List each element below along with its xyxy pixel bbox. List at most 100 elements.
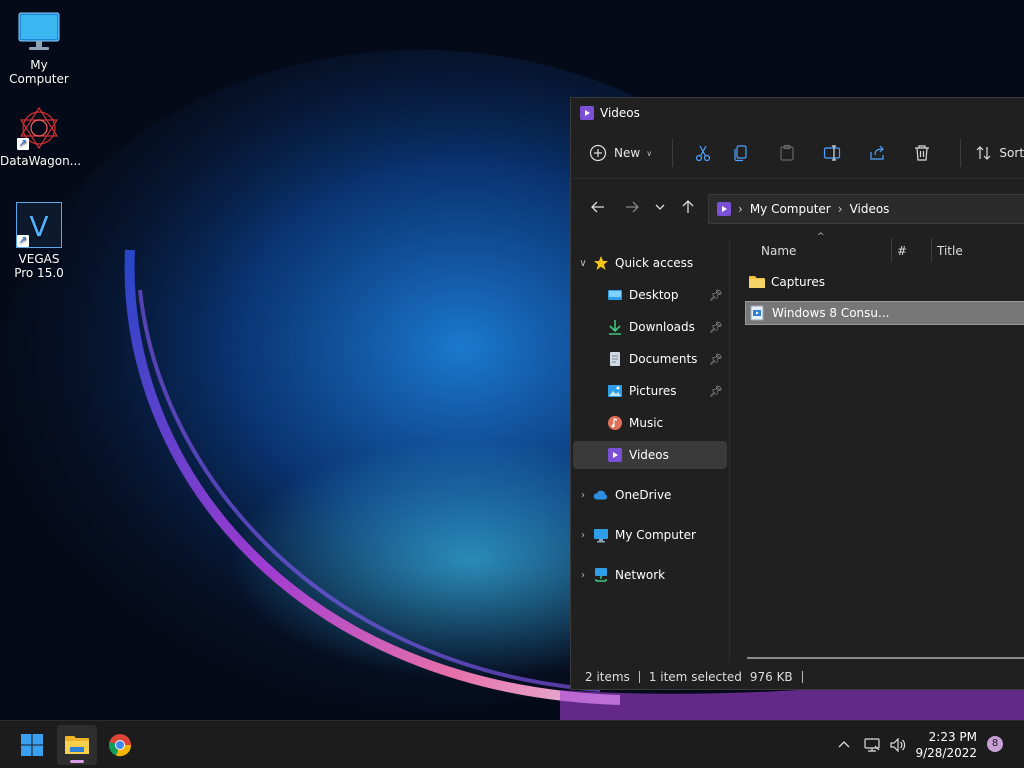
pin-icon[interactable]: 📌︎ bbox=[709, 353, 723, 366]
chevron-right-icon[interactable]: › bbox=[573, 490, 593, 501]
arrow-right-icon bbox=[626, 201, 639, 213]
video-file-icon bbox=[750, 305, 766, 321]
nav-label: Pictures bbox=[629, 384, 677, 398]
file-explorer-window[interactable]: Videos New ∨ Sort › My Computer › Videos… bbox=[570, 97, 1024, 690]
taskbar-file-explorer[interactable] bbox=[57, 725, 97, 765]
pin-icon[interactable]: 📌︎ bbox=[709, 289, 723, 302]
file-row-captures[interactable]: Captures bbox=[745, 270, 1024, 294]
status-divider bbox=[801, 671, 803, 683]
videos-folder-icon bbox=[580, 106, 594, 120]
nav-label: Quick access bbox=[615, 256, 694, 270]
scissors-icon bbox=[695, 145, 711, 162]
pane-divider[interactable] bbox=[729, 238, 730, 663]
nav-item-videos[interactable]: Videos bbox=[573, 441, 727, 469]
nav-label: Downloads bbox=[629, 320, 695, 334]
folder-icon bbox=[65, 736, 89, 754]
nav-my-computer[interactable]: › My Computer bbox=[573, 521, 727, 549]
network-status-icon[interactable] bbox=[862, 735, 882, 755]
copy-button[interactable] bbox=[719, 137, 764, 169]
column-divider[interactable] bbox=[891, 238, 892, 262]
nav-item-downloads[interactable]: Downloads 📌︎ bbox=[573, 313, 727, 341]
horizontal-scrollbar[interactable] bbox=[747, 657, 1024, 659]
column-header-title[interactable]: Title bbox=[937, 244, 963, 258]
sort-button[interactable]: Sort bbox=[975, 137, 1024, 169]
column-divider[interactable] bbox=[931, 238, 932, 262]
command-bar: New ∨ Sort bbox=[571, 128, 1024, 179]
back-button[interactable] bbox=[583, 192, 613, 222]
sort-arrows-icon bbox=[976, 146, 991, 160]
active-app-indicator bbox=[70, 760, 84, 763]
chevron-right-icon[interactable]: › bbox=[573, 570, 593, 581]
taskbar-clock[interactable]: 2:23 PM 9/28/2022 bbox=[915, 729, 977, 761]
nav-item-documents[interactable]: Documents 📌︎ bbox=[573, 345, 727, 373]
file-name: Captures bbox=[771, 275, 825, 289]
monitor-icon bbox=[593, 527, 609, 543]
rename-button[interactable] bbox=[809, 137, 854, 169]
notification-badge[interactable]: 8 bbox=[987, 736, 1003, 752]
share-icon bbox=[870, 145, 884, 160]
volume-icon[interactable] bbox=[888, 735, 908, 755]
chevron-down-icon: ∨ bbox=[646, 148, 653, 158]
nav-network[interactable]: › Network bbox=[573, 561, 727, 589]
videos-folder-icon bbox=[607, 447, 623, 463]
taskbar-chrome[interactable] bbox=[100, 725, 140, 765]
column-header-number[interactable]: # bbox=[897, 244, 907, 258]
datawagon-logo-icon: ↗ bbox=[17, 106, 61, 150]
start-button[interactable] bbox=[12, 725, 52, 765]
status-bar: 2 items 1 item selected 976 KB bbox=[571, 665, 1024, 689]
trash-icon bbox=[914, 145, 929, 161]
pin-icon[interactable]: 📌︎ bbox=[709, 321, 723, 334]
arrow-up-icon bbox=[682, 200, 694, 213]
nav-label: Music bbox=[629, 416, 664, 430]
status-selected-count: 1 item selected bbox=[648, 670, 742, 684]
address-bar[interactable]: › My Computer › Videos bbox=[708, 194, 1024, 224]
arrow-left-icon bbox=[591, 201, 604, 213]
copy-icon bbox=[734, 145, 748, 162]
status-item-count: 2 items bbox=[585, 670, 630, 684]
pin-icon[interactable]: 📌︎ bbox=[709, 385, 723, 398]
breadcrumb-my-computer[interactable]: My Computer bbox=[750, 202, 831, 216]
nav-item-music[interactable]: Music bbox=[573, 409, 727, 437]
delete-button[interactable] bbox=[899, 137, 944, 169]
nav-onedrive[interactable]: › OneDrive bbox=[573, 481, 727, 509]
toolbar-divider bbox=[960, 139, 962, 167]
download-arrow-icon bbox=[607, 319, 623, 335]
recent-locations-button[interactable] bbox=[647, 192, 673, 222]
plus-circle-icon bbox=[589, 144, 607, 162]
taskbar: 2:23 PM 9/28/2022 8 bbox=[0, 720, 1024, 768]
cut-button[interactable] bbox=[687, 137, 719, 169]
desktop-icon bbox=[607, 287, 623, 303]
chevron-right-icon[interactable]: › bbox=[573, 530, 593, 541]
desktop-icon-my-computer[interactable]: My Computer bbox=[0, 10, 78, 86]
shortcut-arrow-icon: ↗ bbox=[17, 235, 29, 247]
videos-folder-icon bbox=[717, 202, 731, 216]
breadcrumb-videos[interactable]: Videos bbox=[850, 202, 890, 216]
desktop-icon-datawagon[interactable]: ↗ DataWagon... bbox=[0, 106, 81, 168]
show-hidden-icons-chevron-icon[interactable] bbox=[834, 735, 854, 755]
desktop-icon-label: My Computer bbox=[9, 58, 69, 86]
file-row-captures[interactable] bbox=[745, 367, 1024, 391]
file-row-video[interactable]: Windows 8 Consu... bbox=[745, 301, 1024, 325]
title-bar[interactable]: Videos bbox=[571, 98, 1024, 128]
sort-ascending-icon: ^ bbox=[817, 232, 825, 242]
desktop-icon-vegas-pro[interactable]: V ↗ VEGAS Pro 15.0 bbox=[0, 202, 78, 280]
rename-icon bbox=[823, 145, 840, 161]
system-tray: 2:23 PM 9/28/2022 8 bbox=[824, 721, 1024, 768]
nav-item-desktop[interactable]: Desktop 📌︎ bbox=[573, 281, 727, 309]
star-icon bbox=[593, 255, 609, 271]
new-button[interactable]: New ∨ bbox=[589, 137, 658, 169]
forward-button[interactable] bbox=[617, 192, 647, 222]
nav-quick-access[interactable]: ∨ Quick access bbox=[573, 249, 727, 277]
status-selected-size: 976 KB bbox=[749, 670, 793, 684]
chrome-logo-icon bbox=[109, 734, 132, 757]
share-button[interactable] bbox=[854, 137, 899, 169]
up-button[interactable] bbox=[673, 192, 703, 222]
nav-label: Documents bbox=[629, 352, 698, 366]
column-headers: ^ Name # Title bbox=[731, 232, 1024, 264]
column-header-name[interactable]: Name bbox=[761, 244, 796, 258]
nav-label: My Computer bbox=[615, 528, 696, 542]
chevron-down-icon[interactable]: ∨ bbox=[573, 258, 593, 269]
paste-button[interactable] bbox=[764, 137, 809, 169]
nav-item-pictures[interactable]: Pictures 📌︎ bbox=[573, 377, 727, 405]
file-name: Windows 8 Consu... bbox=[772, 306, 890, 320]
